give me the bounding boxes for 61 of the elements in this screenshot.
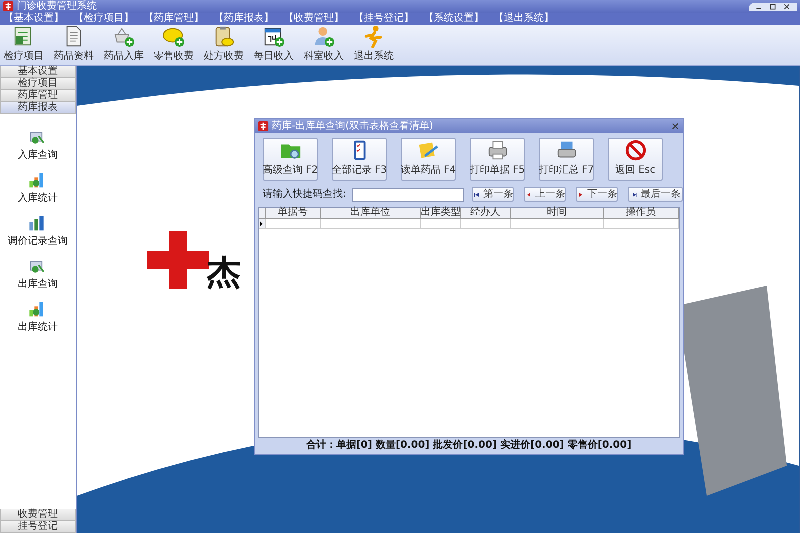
summary-text: 合计：单据[0] 数量[0.00] 批发价[0.00] 实进价[0.00] 零售价[0.00] [305, 438, 633, 453]
menu-item[interactable]: 【药库管理】 [144, 13, 204, 25]
sidebar-item[interactable]: 入库查询 [18, 128, 58, 163]
toolbar-button[interactable]: 处方收费 [200, 25, 248, 65]
action-button[interactable]: 全部记录 F3 [332, 138, 387, 181]
close-icon[interactable] [783, 2, 791, 10]
app-logo-icon [258, 120, 269, 132]
menu-item[interactable]: 【药库报表】 [214, 13, 274, 25]
toolbar-button[interactable]: 科室收入 [300, 25, 348, 65]
action-button[interactable]: 打印汇总 F7 [539, 138, 594, 181]
nav-button[interactable]: 第一条 [472, 187, 514, 202]
menu-item[interactable]: 【收费管理】 [284, 13, 344, 25]
nav-button[interactable]: 下一条 [576, 187, 618, 202]
sidebar-section-tab[interactable]: 挂号登记 [0, 521, 76, 533]
toolbar-button[interactable]: 零售收费 [150, 25, 198, 65]
search-label: 请输入快捷码查找: [263, 188, 346, 202]
sidebar-section-tab[interactable]: 药库管理 [0, 90, 76, 102]
app-logo-icon [3, 1, 14, 12]
sidebar-item[interactable]: 出库查询 [18, 257, 58, 292]
toolbar-button[interactable]: 药品入库 [100, 25, 148, 65]
sidebar-section-tab[interactable]: 药库报表 [0, 102, 76, 114]
skip-last-icon [630, 190, 639, 198]
basket-icon [112, 25, 136, 48]
column-header: 时间 [511, 208, 604, 219]
menu-item[interactable]: 【退出系统】 [494, 13, 554, 25]
menu-item[interactable]: 【检疗项目】 [74, 13, 134, 25]
nav-button[interactable]: 最后一条 [628, 187, 684, 202]
nav-button[interactable]: 上一条 [524, 187, 566, 202]
sidebar-item[interactable]: 入库统计 [18, 171, 58, 206]
action-button[interactable]: 高级查询 F2 [263, 138, 318, 181]
skip-first-icon [473, 190, 482, 198]
toolbar-button[interactable]: 检疗项目 [0, 25, 48, 65]
no-entry-icon [624, 139, 648, 162]
sidebar-section-tab[interactable]: 收费管理 [0, 509, 76, 521]
menu-item[interactable]: 【系统设置】 [424, 13, 484, 25]
table-cell [461, 219, 511, 229]
action-button[interactable]: 返回 Esc [608, 138, 663, 181]
menu-item[interactable]: 【基本设置】 [4, 13, 64, 25]
window-title: 门诊收费管理系统 [17, 0, 97, 12]
close-icon[interactable] [671, 122, 680, 130]
column-header: 经办人 [461, 208, 511, 219]
sidebar-item[interactable]: 出库统计 [18, 300, 58, 335]
toolbar-button[interactable]: 每日收入 [250, 25, 298, 65]
table-cell [421, 219, 461, 229]
column-header: 出库单位 [321, 208, 421, 219]
splash-text: 杰 [207, 256, 241, 290]
column-header: 操作员 [604, 208, 679, 219]
dialog-title: 药库-出库单查询(双击表格查看清单) [272, 120, 434, 134]
triangle-left-icon [525, 190, 534, 198]
action-button[interactable]: 读单药品 F4 [401, 138, 456, 181]
toolbar-button[interactable]: 退出系统 [350, 25, 398, 65]
column-header: 出库类型 [421, 208, 461, 219]
action-button[interactable]: 打印单据 F5 [470, 138, 525, 181]
toolbar-button[interactable]: 药品资料 [50, 25, 98, 65]
maximize-icon[interactable] [769, 2, 777, 10]
menu-item[interactable]: 【挂号登记】 [354, 13, 414, 25]
sidebar-item[interactable]: 调价记录查询 [8, 214, 68, 249]
column-header: 单据号 [266, 208, 321, 219]
search-field[interactable] [352, 188, 464, 202]
sidebar-section-tab[interactable]: 基本设置 [0, 66, 76, 78]
sidebar-section-tab[interactable]: 检疗项目 [0, 78, 76, 90]
